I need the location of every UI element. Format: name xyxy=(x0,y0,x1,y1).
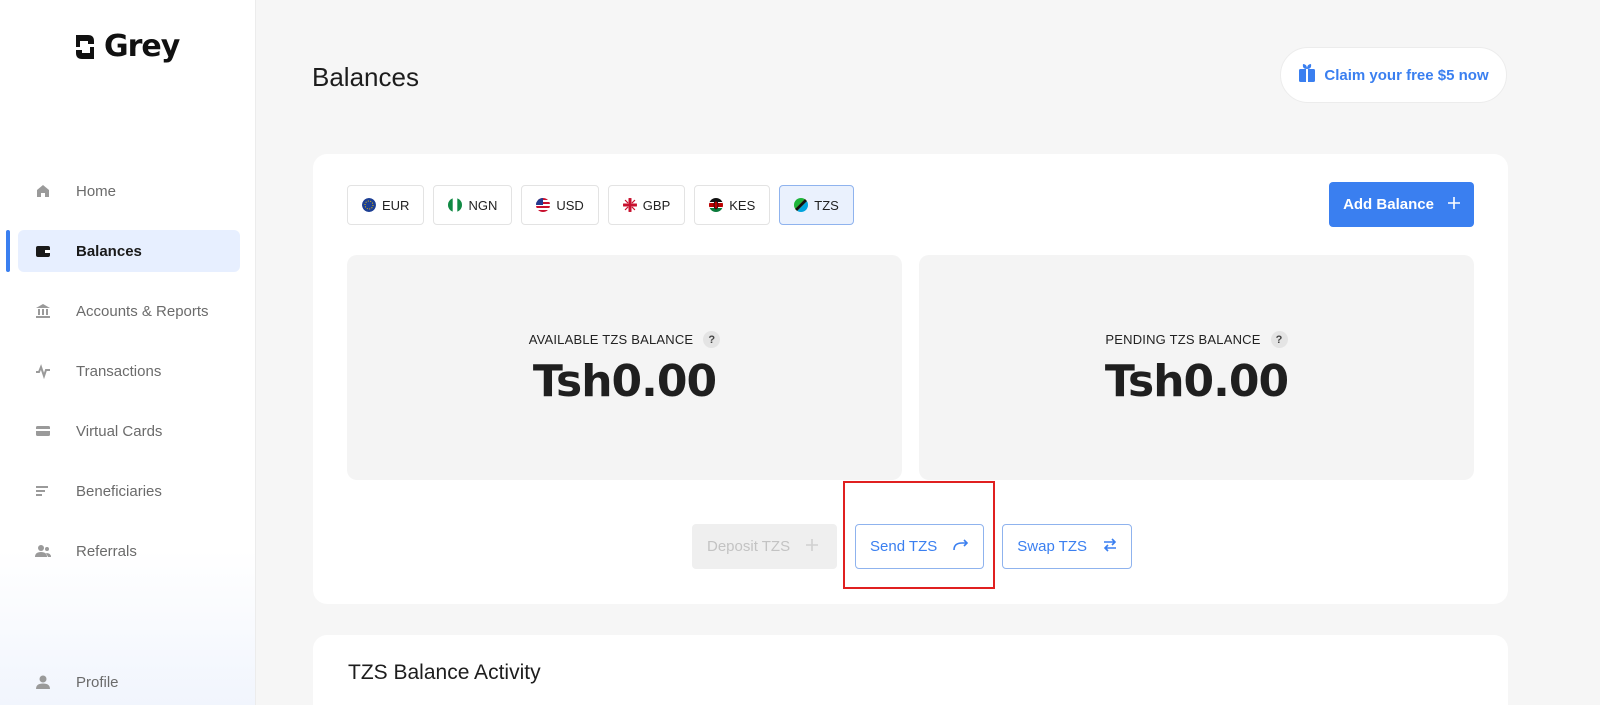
gift-icon xyxy=(1298,63,1316,87)
sidebar-item-transactions[interactable]: Transactions xyxy=(18,350,240,392)
sidebar-item-label: Balances xyxy=(76,242,142,260)
sidebar-item-referrals[interactable]: Referrals xyxy=(18,530,240,572)
sidebar: Grey Home Balances Accounts & Reports Tr… xyxy=(0,0,256,705)
tab-kes[interactable]: KES xyxy=(694,185,771,225)
help-icon[interactable]: ? xyxy=(703,331,721,348)
eu-flag-icon xyxy=(362,198,376,212)
sidebar-item-label: Transactions xyxy=(76,362,162,380)
sidebar-item-accounts-reports[interactable]: Accounts & Reports xyxy=(18,290,240,332)
bank-icon xyxy=(34,302,52,320)
pending-balance-amount: Tsh0.00 xyxy=(1104,356,1289,407)
sidebar-nav: Home Balances Accounts & Reports Transac… xyxy=(6,170,240,590)
home-icon xyxy=(34,182,52,200)
sidebar-item-label: Referrals xyxy=(76,542,137,560)
balance-actions: Deposit TZS Send TZS Swap TZS xyxy=(692,524,1133,569)
swap-arrows-icon xyxy=(1103,537,1117,556)
page-title: Balances xyxy=(312,62,419,92)
tab-eur[interactable]: EUR xyxy=(347,185,425,225)
available-balance-amount: Tsh0.00 xyxy=(532,356,717,407)
tab-label: EUR xyxy=(382,197,410,213)
swap-button[interactable]: Swap TZS xyxy=(1002,524,1133,569)
claim-reward-button[interactable]: Claim your free $5 now xyxy=(1280,47,1507,103)
tab-gbp[interactable]: GBP xyxy=(607,185,686,225)
help-icon[interactable]: ? xyxy=(1270,331,1288,348)
tab-label: USD xyxy=(556,197,584,213)
plus-icon xyxy=(1447,196,1460,213)
tz-flag-icon xyxy=(794,198,809,212)
us-flag-icon xyxy=(536,198,551,212)
add-balance-button[interactable]: Add Balance xyxy=(1329,182,1474,227)
deposit-label: Deposit TZS xyxy=(707,538,791,555)
send-button[interactable]: Send TZS xyxy=(855,524,985,569)
claim-label: Claim your free $5 now xyxy=(1324,66,1489,84)
sidebar-item-label: Virtual Cards xyxy=(76,422,163,440)
swap-label: Swap TZS xyxy=(1017,538,1088,555)
sidebar-item-virtual-cards[interactable]: Virtual Cards xyxy=(18,410,240,452)
pending-balance-panel: PENDING TZS BALANCE ? Tsh0.00 xyxy=(919,255,1474,480)
tab-label: GBP xyxy=(642,197,671,213)
ke-flag-icon xyxy=(709,198,724,212)
wallet-icon xyxy=(34,242,52,260)
currency-tabs: EUR NGN USD GBP KES TZS xyxy=(347,185,854,225)
sidebar-item-beneficiaries[interactable]: Beneficiaries xyxy=(18,470,240,512)
profile-label: Profile xyxy=(76,673,119,691)
forward-arrow-icon xyxy=(953,538,969,555)
pending-balance-label: PENDING TZS BALANCE xyxy=(1105,332,1261,347)
tab-ngn[interactable]: NGN xyxy=(433,185,513,225)
grey-logo-icon xyxy=(72,32,98,62)
sidebar-item-home[interactable]: Home xyxy=(18,170,240,212)
sidebar-item-label: Beneficiaries xyxy=(76,482,162,500)
tab-tzs[interactable]: TZS xyxy=(779,185,854,225)
activity-icon xyxy=(34,362,52,380)
balance-card: EUR NGN USD GBP KES TZS Add Balance AVAI… xyxy=(313,154,1508,604)
sidebar-item-balances[interactable]: Balances xyxy=(6,230,240,272)
list-icon xyxy=(34,482,52,500)
tab-label: KES xyxy=(729,197,756,213)
brand-logo[interactable]: Grey xyxy=(72,29,180,64)
users-icon xyxy=(34,542,52,560)
available-balance-panel: AVAILABLE TZS BALANCE ? Tsh0.00 xyxy=(347,255,902,480)
brand-name: Grey xyxy=(104,29,180,64)
deposit-button[interactable]: Deposit TZS xyxy=(692,524,837,569)
add-balance-label: Add Balance xyxy=(1343,196,1434,213)
plus-icon xyxy=(806,538,819,555)
tab-label: TZS xyxy=(814,197,839,213)
available-balance-label: AVAILABLE TZS BALANCE xyxy=(528,332,694,347)
sidebar-item-profile[interactable]: Profile xyxy=(34,673,119,691)
activity-title: TZS Balance Activity xyxy=(348,661,541,684)
tab-usd[interactable]: USD xyxy=(521,185,599,225)
sidebar-item-label: Accounts & Reports xyxy=(76,302,209,320)
user-icon xyxy=(34,673,52,691)
ng-flag-icon xyxy=(448,198,463,212)
sidebar-item-label: Home xyxy=(76,182,117,200)
card-icon xyxy=(34,422,52,440)
tab-label: NGN xyxy=(468,197,498,213)
send-label: Send TZS xyxy=(870,538,938,555)
uk-flag-icon xyxy=(622,198,637,212)
balance-activity-card: TZS Balance Activity xyxy=(313,635,1508,705)
